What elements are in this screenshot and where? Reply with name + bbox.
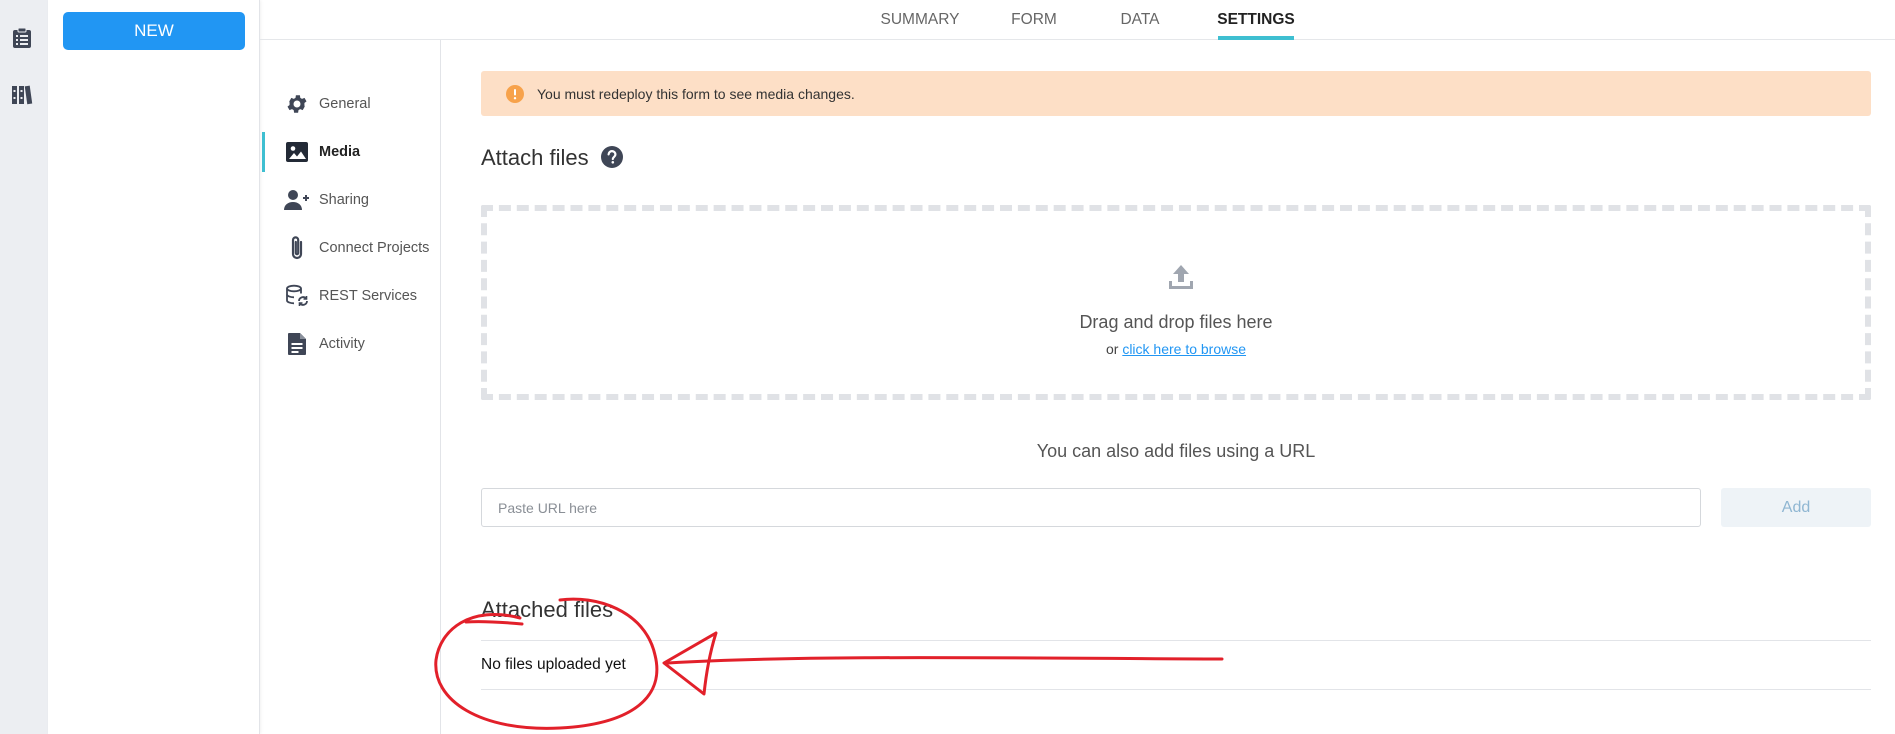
alert-icon bbox=[506, 85, 524, 103]
active-subnav-indicator bbox=[262, 132, 265, 172]
attached-files-title: Attached files bbox=[481, 597, 614, 622]
tab-data[interactable]: DATA bbox=[1115, 0, 1165, 40]
file-dropzone[interactable]: Drag and drop files here or click here t… bbox=[481, 205, 1871, 400]
redeploy-alert: You must redeploy this form to see media… bbox=[481, 71, 1871, 116]
top-tabs: SUMMARY FORM DATA SETTINGS bbox=[260, 0, 1895, 40]
dropzone-title: Drag and drop files here bbox=[1079, 312, 1273, 332]
add-url-button[interactable]: Add bbox=[1721, 488, 1871, 527]
browse-link[interactable]: click here to browse bbox=[1122, 341, 1246, 357]
subnav-item-general[interactable]: General bbox=[262, 84, 441, 124]
upload-icon bbox=[1167, 263, 1195, 291]
help-icon[interactable] bbox=[601, 146, 623, 168]
settings-subnav: General Media Sharing Connect Projects R… bbox=[262, 40, 441, 734]
dropzone-subtitle: or click here to browse bbox=[487, 341, 1865, 357]
tab-summary-label: SUMMARY bbox=[880, 11, 960, 28]
subnav-item-sharing[interactable]: Sharing bbox=[262, 180, 441, 220]
paperclip-icon bbox=[284, 235, 310, 261]
subnav-item-connect-projects[interactable]: Connect Projects bbox=[262, 228, 441, 268]
gear-icon bbox=[284, 91, 310, 117]
user-plus-icon bbox=[284, 187, 310, 213]
subnav-item-label: Connect Projects bbox=[319, 240, 430, 256]
subnav-item-label: General bbox=[319, 96, 371, 112]
dropzone-or-text: or bbox=[1105, 341, 1119, 357]
subnav-item-label: REST Services bbox=[319, 288, 418, 304]
project-drawer: NEW bbox=[48, 0, 260, 734]
subnav-item-label: Sharing bbox=[319, 192, 369, 208]
document-icon bbox=[284, 331, 310, 357]
divider bbox=[481, 640, 1871, 641]
annotation-arrow-shaft bbox=[666, 656, 1224, 665]
divider bbox=[481, 689, 1871, 690]
alert-text: You must redeploy this form to see media… bbox=[537, 85, 855, 102]
attach-files-title: Attach files bbox=[481, 145, 589, 170]
subnav-item-activity[interactable]: Activity bbox=[262, 324, 441, 364]
image-icon bbox=[284, 139, 310, 165]
subnav-item-rest-services[interactable]: REST Services bbox=[262, 276, 441, 316]
left-rail bbox=[0, 0, 48, 734]
tab-settings[interactable]: SETTINGS bbox=[1217, 0, 1295, 40]
tab-form-label: FORM bbox=[1011, 11, 1057, 28]
new-button[interactable]: NEW bbox=[63, 12, 245, 50]
url-label: You can also add files using a URL bbox=[1036, 441, 1316, 461]
annotation-arrowhead bbox=[662, 631, 718, 696]
tab-data-label: DATA bbox=[1120, 11, 1160, 28]
library-books-icon[interactable] bbox=[10, 82, 34, 106]
subnav-item-label: Media bbox=[319, 144, 361, 160]
active-tab-indicator bbox=[1218, 36, 1294, 40]
database-sync-icon bbox=[284, 283, 310, 309]
url-input[interactable] bbox=[481, 488, 1701, 527]
no-files-text: No files uploaded yet bbox=[481, 656, 626, 673]
subnav-item-label: Activity bbox=[319, 336, 365, 352]
clipboard-list-icon[interactable] bbox=[10, 26, 34, 50]
tab-summary[interactable]: SUMMARY bbox=[875, 0, 965, 40]
tab-settings-label: SETTINGS bbox=[1217, 11, 1295, 28]
subnav-item-media[interactable]: Media bbox=[262, 132, 441, 172]
tab-form[interactable]: FORM bbox=[1005, 0, 1063, 40]
